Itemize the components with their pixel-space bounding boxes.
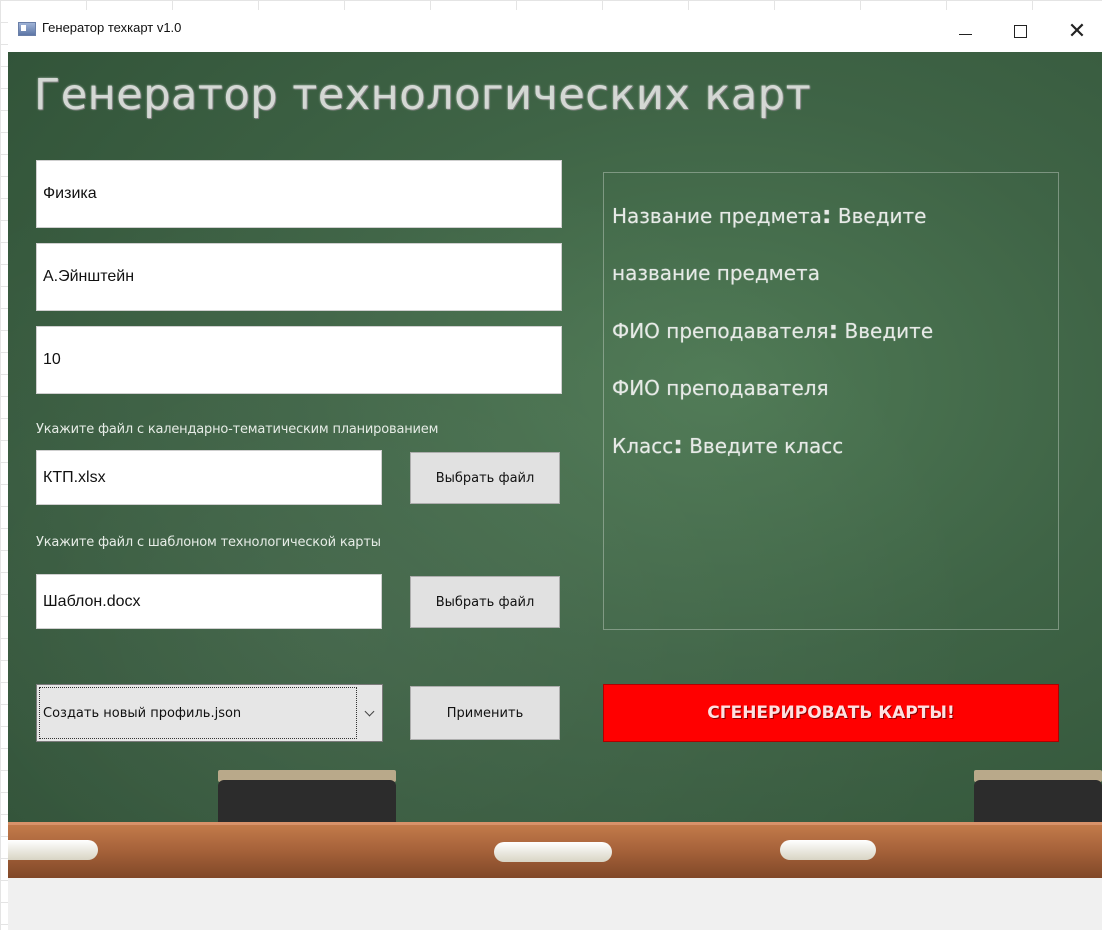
preview-class-text: Введите класс	[682, 434, 844, 458]
preview-subject-colon: :	[821, 201, 832, 229]
preview-panel: Название предмета: Введите название пред…	[603, 172, 1059, 630]
chevron-down-icon	[364, 706, 374, 716]
preview-class-label: Класс	[612, 434, 674, 458]
class-input[interactable]: 10	[36, 326, 562, 394]
ktp-file-input[interactable]: КТП.xlsx	[36, 450, 382, 505]
apply-profile-button[interactable]: Применить	[410, 686, 560, 740]
minimize-icon	[958, 33, 972, 35]
window-title: Генератор техкарт v1.0	[42, 20, 182, 35]
chalk-piece	[8, 840, 98, 860]
preview-subject-label: Название предмета	[612, 204, 822, 228]
page-title: Генератор технологических карт	[34, 70, 812, 120]
generate-cards-button[interactable]: СГЕНЕРИРОВАТЬ КАРТЫ!	[603, 684, 1059, 742]
preview-class-line: Класс: Введите класс	[612, 417, 1050, 475]
preview-teacher-text: Введите	[838, 319, 934, 343]
eraser-decoration	[218, 780, 396, 826]
close-icon: ✕	[1067, 18, 1087, 43]
app-icon	[18, 22, 36, 36]
teacher-input[interactable]: А.Эйнштейн	[36, 243, 562, 311]
chalkboard-area: Генератор технологических карт Физика А.…	[8, 52, 1102, 878]
chalk-piece	[494, 842, 612, 862]
eraser-decoration	[974, 780, 1102, 826]
close-button[interactable]: ✕	[1054, 10, 1100, 52]
choose-ktp-file-button[interactable]: Выбрать файл	[410, 452, 560, 504]
ktp-file-hint: Укажите файл с календарно-тематическим п…	[36, 422, 439, 437]
subject-input-value: Физика	[43, 185, 97, 202]
teacher-input-value: А.Эйнштейн	[43, 268, 135, 285]
profile-select-dropdown-button[interactable]	[358, 687, 380, 739]
preview-teacher-colon: :	[828, 316, 839, 344]
maximize-icon	[1013, 24, 1027, 38]
preview-teacher-line: ФИО преподавателя: Введите	[612, 302, 1050, 360]
preview-subject-text: Введите	[831, 204, 927, 228]
template-file-value: Шаблон.docx	[43, 592, 141, 610]
ktp-file-value: КТП.xlsx	[43, 468, 106, 486]
choose-template-file-button[interactable]: Выбрать файл	[410, 576, 560, 628]
profile-select-value: Создать новый профиль.json	[39, 687, 357, 739]
preview-subject-line-2: название предмета	[612, 261, 820, 285]
template-file-input[interactable]: Шаблон.docx	[36, 574, 382, 629]
preview-class-colon: :	[673, 431, 683, 459]
app-window: Генератор техкарт v1.0 ✕ Генератор техно…	[8, 10, 1102, 930]
class-input-value: 10	[43, 351, 61, 368]
minimize-button[interactable]	[942, 10, 988, 52]
title-bar: Генератор техкарт v1.0 ✕	[8, 10, 1102, 52]
preview-teacher-label: ФИО преподавателя	[612, 319, 829, 343]
template-file-hint: Укажите файл с шаблоном технологической …	[36, 535, 381, 550]
preview-subject-line: Название предмета: Введите	[612, 187, 1050, 245]
profile-select[interactable]: Создать новый профиль.json	[36, 684, 383, 742]
preview-teacher-line-2: ФИО преподавателя	[612, 376, 829, 400]
chalk-piece	[780, 840, 876, 860]
maximize-button[interactable]	[997, 10, 1043, 52]
subject-input[interactable]: Физика	[36, 160, 562, 228]
